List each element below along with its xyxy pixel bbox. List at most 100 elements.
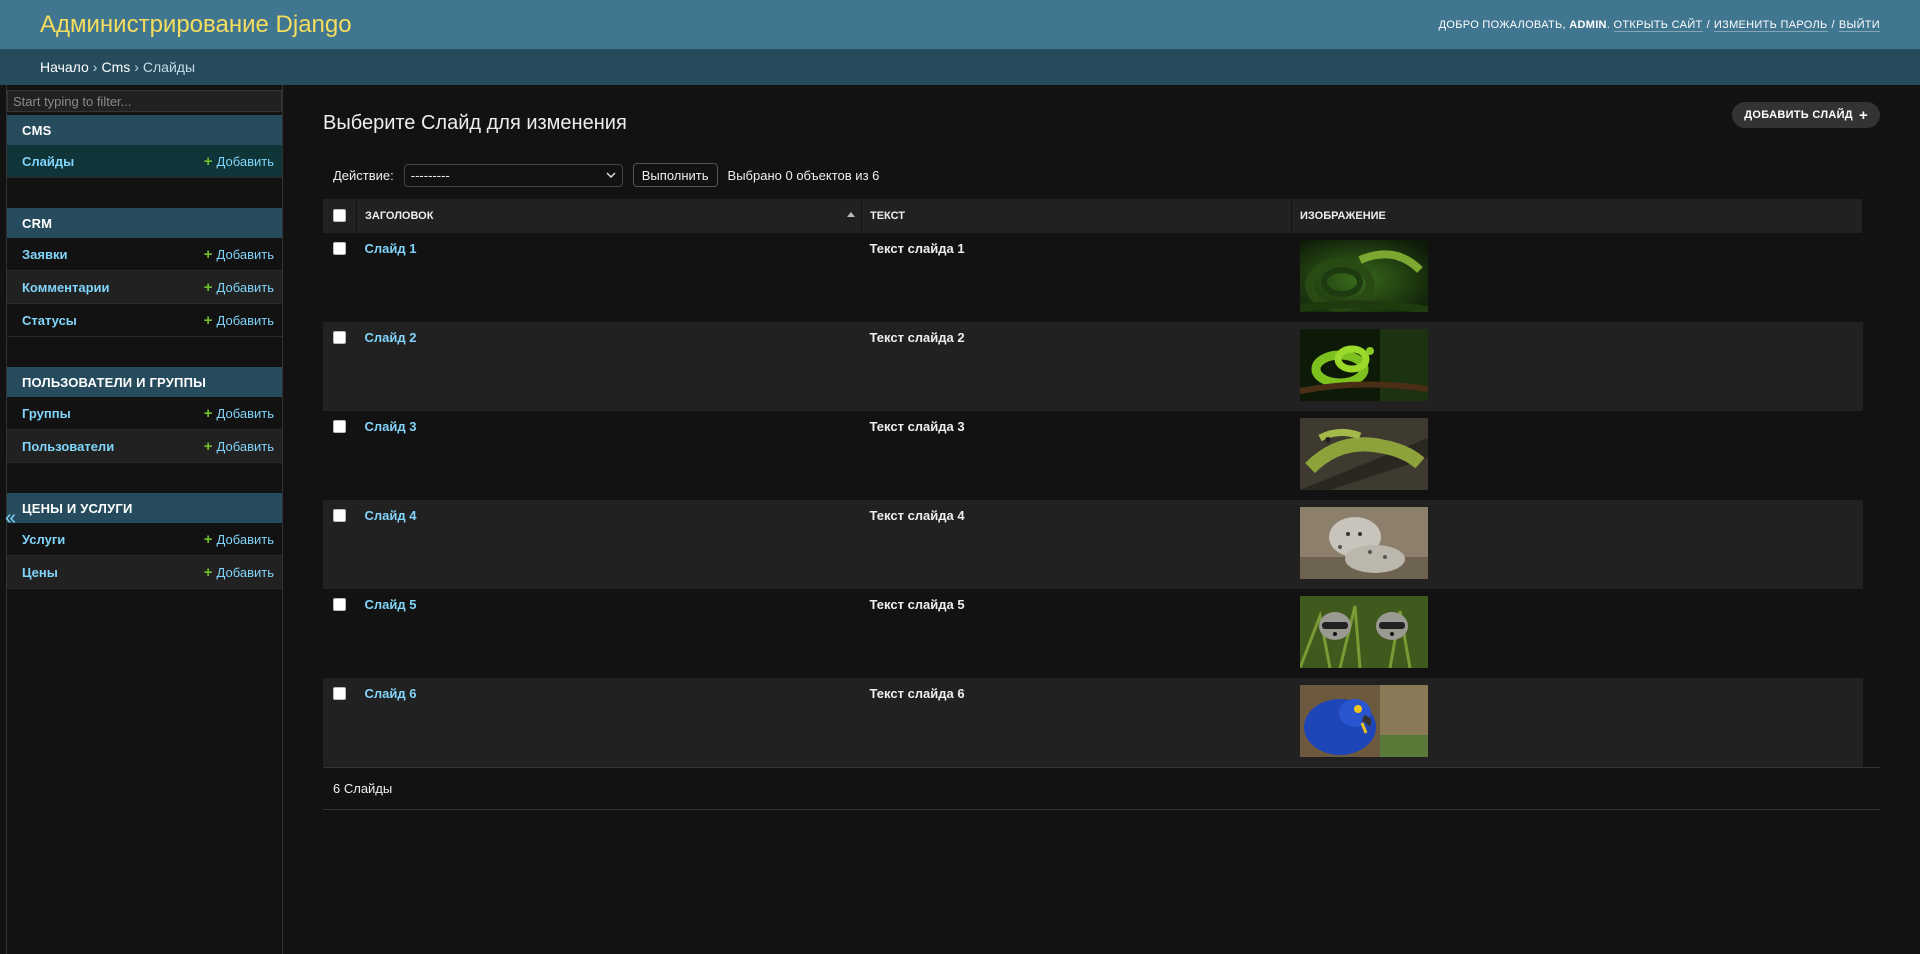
select-all-checkbox[interactable] [333, 208, 346, 222]
breadcrumb: Начало › Cms › Слайды [0, 49, 1920, 85]
toggle-sidebar-icon[interactable]: « [5, 507, 16, 530]
plus-icon: + [203, 152, 213, 170]
text-cell: Текст слайда 3 [862, 411, 1292, 500]
table-row: Слайд 5 Текст слайда 5 [323, 589, 1863, 678]
title-cell: Слайд 3 [357, 411, 862, 500]
add-link[interactable]: + Добавить [204, 439, 274, 454]
column-header-text: Текст [861, 199, 1292, 233]
sidebar-item-comments: Комментарии + Добавить [7, 271, 282, 304]
add-slide-button[interactable]: Добавить Слайд + [1732, 102, 1880, 128]
sidebar-item-label[interactable]: Цены [22, 565, 58, 580]
column-header-image: Изображение [1291, 199, 1863, 233]
select-all-header [323, 199, 357, 233]
sidebar-filter-input[interactable] [7, 90, 282, 112]
row-checkbox[interactable] [333, 598, 346, 611]
sidebar-item-label[interactable]: Заявки [22, 247, 67, 262]
slide-link[interactable]: Слайд 4 [365, 508, 417, 523]
breadcrumb-separator: › [92, 59, 98, 75]
image-cell [1292, 411, 1863, 500]
app-caption[interactable]: Цены и услуги [7, 493, 282, 523]
add-link[interactable]: + Добавить [204, 280, 274, 295]
app-module-crm: CRM Заявки + Добавить Комментарии + Добави… [7, 208, 282, 337]
sidebar-item-groups: Группы + Добавить [7, 397, 282, 430]
breadcrumb-home[interactable]: Начало [40, 59, 89, 75]
site-branding[interactable]: Администрирование Django [40, 11, 352, 39]
result-count: 6 Слайды [333, 781, 393, 796]
table-row: Слайд 3 Текст слайда 3 [323, 411, 1863, 500]
row-checkbox[interactable] [333, 420, 346, 433]
table-header-row: Заголовок Текст Изображение [323, 199, 1863, 233]
view-site-link[interactable]: Открыть сайт [1613, 18, 1703, 32]
title-cell: Слайд 5 [357, 589, 862, 678]
breadcrumb-app[interactable]: Cms [101, 59, 130, 75]
paginator: 6 Слайды [323, 767, 1880, 810]
title-cell: Слайд 2 [356, 322, 862, 411]
action-select[interactable]: --------- [403, 163, 623, 187]
row-select-cell [323, 589, 357, 678]
sidebar: CMS Слайды +Добавить CRM Заявки +Добавит… [7, 85, 283, 954]
app-caption[interactable]: CRM [7, 208, 282, 238]
row-checkbox[interactable] [333, 242, 346, 255]
row-select-cell [323, 411, 357, 500]
table-row: Слайд 4 Текст слайда 4 [323, 500, 1863, 589]
slide-link[interactable]: Слайд 1 [365, 241, 417, 256]
sidebar-item-users: Пользователи + Добавить [7, 430, 282, 463]
sidebar-item-label[interactable]: Комментарии [22, 280, 110, 295]
image-cell [1291, 500, 1863, 589]
add-link[interactable]: + Добавить [204, 247, 274, 262]
run-action-button[interactable]: Выполнить [632, 163, 718, 187]
add-link[interactable]: + Добавить [204, 532, 274, 547]
add-link[interactable]: + Добавить [204, 154, 274, 169]
plus-icon: + [203, 404, 213, 422]
sort-ascending-icon[interactable] [847, 212, 855, 217]
image-cell [1292, 233, 1863, 322]
text-cell: Текст слайда 4 [861, 500, 1292, 589]
logout-link[interactable]: Выйти [1838, 18, 1880, 32]
app-caption[interactable]: CMS [7, 115, 282, 145]
plus-icon: + [203, 311, 213, 329]
row-checkbox[interactable] [333, 331, 346, 344]
table-row: Слайд 2 Текст слайда 2 [323, 322, 1863, 411]
sidebar-item-label[interactable]: Группы [22, 406, 71, 421]
sidebar-item-prices: Цены + Добавить [7, 556, 282, 589]
row-select-cell [323, 678, 357, 767]
add-link-label: Добавить [216, 531, 274, 547]
image-cell [1291, 678, 1863, 767]
row-checkbox[interactable] [333, 509, 346, 522]
row-select-cell [323, 322, 357, 411]
table-row: Слайд 1 Текст слайда 1 [323, 233, 1863, 322]
table-row: Слайд 6 Текст слайда 6 [323, 678, 1863, 767]
image-cell [1291, 322, 1863, 411]
add-link-label: Добавить [216, 405, 274, 421]
sidebar-item-label[interactable]: Статусы [22, 313, 77, 328]
slide-text: Текст слайда 6 [869, 686, 965, 701]
sidebar-item-label[interactable]: Услуги [22, 532, 65, 547]
add-link[interactable]: + Добавить [204, 565, 274, 580]
text-cell: Текст слайда 5 [862, 589, 1292, 678]
image-cell [1292, 589, 1863, 678]
iguana-thumbnail [1299, 418, 1428, 490]
column-header-title[interactable]: Заголовок [356, 199, 862, 233]
app-caption[interactable]: Пользователи и группы [7, 367, 282, 397]
plus-icon: + [203, 437, 213, 455]
column-header-label: Текст [870, 210, 906, 222]
slide-link[interactable]: Слайд 3 [365, 419, 417, 434]
sidebar-item-label[interactable]: Пользователи [22, 439, 114, 454]
add-link[interactable]: + Добавить [204, 313, 274, 328]
actions-bar: Действие: --------- Выполнить Выбрано 0 … [323, 157, 1880, 193]
slide-link[interactable]: Слайд 6 [365, 686, 417, 701]
slide-link[interactable]: Слайд 5 [365, 597, 417, 612]
add-slide-button-label: Добавить Слайд [1744, 109, 1853, 121]
text-cell: Текст слайда 2 [861, 322, 1292, 411]
row-select-cell [323, 500, 357, 589]
sidebar-item-requests: Заявки + Добавить [7, 238, 282, 271]
change-password-link[interactable]: Изменить пароль [1713, 18, 1828, 32]
sidebar-item-label[interactable]: Слайды [22, 154, 74, 169]
slide-text: Текст слайда 2 [869, 330, 965, 345]
snow-leopard-thumbnail [1299, 507, 1428, 579]
add-link[interactable]: + Добавить [204, 406, 274, 421]
row-checkbox[interactable] [333, 687, 346, 700]
plus-icon: + [203, 530, 213, 548]
sidebar-item-slides: Слайды + Добавить [7, 145, 282, 178]
slide-link[interactable]: Слайд 2 [365, 330, 417, 345]
